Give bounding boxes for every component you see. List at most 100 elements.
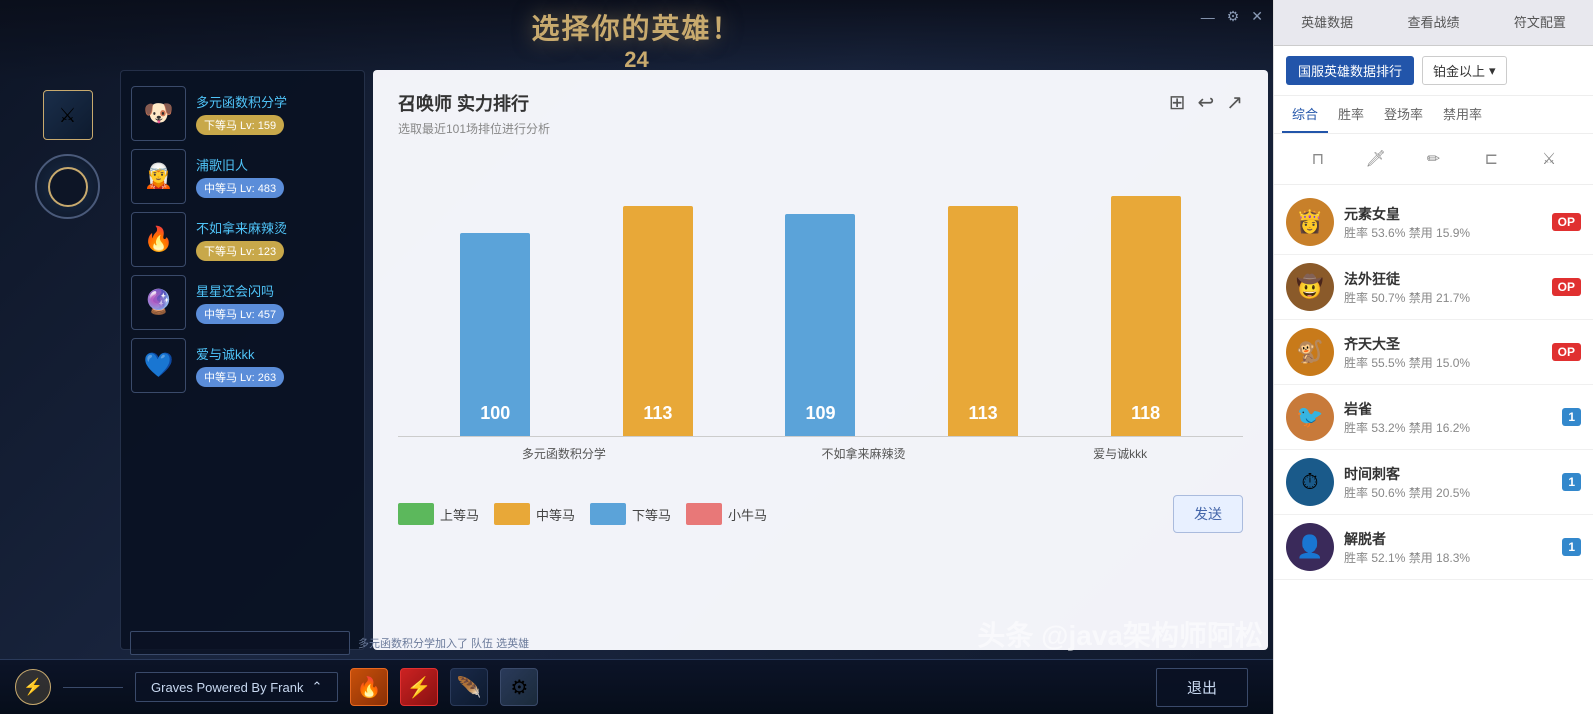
chart-btn-resize[interactable]: ⊞ (1169, 90, 1186, 115)
player-item[interactable]: 🔮 星星还会闪吗 中等马 Lv: 457 (131, 275, 354, 330)
champion-row[interactable]: 🐒 齐天大圣 胜率 55.5% 禁用 15.0% OP (1274, 320, 1593, 385)
player-item[interactable]: 🐶 多元函数积分学 下等马 Lv: 159 (131, 86, 354, 141)
champion-avatar-img: 🐒 (1286, 328, 1334, 376)
taskbar-divider-left (63, 687, 123, 688)
spell2-btn[interactable]: ⚡ (400, 668, 438, 706)
taskbar-icon-btn[interactable]: ⚡ (15, 669, 51, 705)
bar-group: 100 (460, 233, 530, 436)
champion-name: 法外狂徒 (1344, 269, 1542, 289)
right-tab[interactable]: 英雄数据 (1274, 0, 1380, 45)
bar-value-label: 118 (1131, 403, 1160, 424)
player-name: 爱与诚kkk (196, 344, 354, 363)
window-controls: — ⚙ ✕ (1201, 8, 1263, 25)
header-title-block: 选择你的英雄！ 24 (531, 7, 741, 73)
right-filter-row: 国服英雄数据排行 铂金以上 ▾ (1274, 46, 1593, 96)
role-icon-0[interactable]: ⊓ (1303, 144, 1333, 174)
champion-info: 岩雀 胜率 53.2% 禁用 16.2% (1344, 399, 1552, 436)
chart-subtitle: 选取最近101场排位进行分析 (398, 120, 1243, 137)
filter-active-btn[interactable]: 国服英雄数据排行 (1286, 56, 1414, 85)
sidebar-circle[interactable] (35, 154, 100, 219)
champion-avatar-img: 🤠 (1286, 263, 1334, 311)
send-button[interactable]: 发送 (1173, 495, 1243, 533)
right-tab[interactable]: 符文配置 (1487, 0, 1593, 45)
role-icon-2[interactable]: ✏ (1418, 144, 1448, 174)
bar-value-label: 113 (643, 403, 672, 424)
legend-label: 中等马 (536, 505, 575, 524)
spell1-btn[interactable]: 🔥 (350, 668, 388, 706)
player-rank-badge: 中等马 Lv: 457 (196, 304, 284, 324)
sidebar-icon-1[interactable]: ⚔ (43, 90, 93, 140)
right-tab[interactable]: 查看战绩 (1380, 0, 1486, 45)
legend-item: 上等马 (398, 503, 479, 525)
bar-value-label: 113 (969, 403, 998, 424)
sub-tab[interactable]: 禁用率 (1433, 96, 1492, 133)
player-avatar-img: 🔮 (132, 276, 185, 329)
champion-name-btn[interactable]: Graves Powered By Frank ⌃ (135, 672, 338, 702)
player-info: 星星还会闪吗 中等马 Lv: 457 (196, 281, 354, 324)
champion-badge: 1 (1562, 408, 1581, 426)
spell3-btn[interactable]: 🪶 (450, 668, 488, 706)
player-rank-badge: 下等马 Lv: 159 (196, 115, 284, 135)
player-info: 不如拿来麻辣烫 下等马 Lv: 123 (196, 218, 354, 261)
main-area: 🐶 多元函数积分学 下等马 Lv: 159 🧝 浦歌旧人 中等马 Lv: 483… (120, 70, 1268, 650)
exit-button[interactable]: 退出 (1156, 668, 1248, 707)
bar-name-label: 爱与诚kkk (1077, 445, 1163, 462)
spell3-icon: 🪶 (451, 669, 487, 705)
champion-name: 解脱者 (1344, 529, 1552, 549)
champion-badge: 1 (1562, 538, 1581, 556)
player-name: 多元函数积分学 (196, 92, 354, 111)
chart-bar: 109 (785, 214, 855, 436)
status-input[interactable] (130, 631, 350, 655)
player-avatar: 🔥 (131, 212, 186, 267)
player-item[interactable]: 🔥 不如拿来麻辣烫 下等马 Lv: 123 (131, 212, 354, 267)
player-rank-badge: 中等马 Lv: 483 (196, 178, 284, 198)
champion-avatar-img: 👤 (1286, 523, 1334, 571)
role-icons: ⊓ 🗡 ✏ ⊏ ⚔ (1274, 134, 1593, 185)
spell4-btn[interactable]: ⚙ (500, 668, 538, 706)
legend-label: 上等马 (440, 505, 479, 524)
chart-btn-undo[interactable]: ↩ (1197, 90, 1214, 115)
legend-color-box (686, 503, 722, 525)
player-name: 星星还会闪吗 (196, 281, 354, 300)
champion-avatar: 🤠 (1286, 263, 1334, 311)
role-icon-4[interactable]: ⚔ (1534, 144, 1564, 174)
status-text: 多元函数积分学加入了 队伍 选英雄 (358, 635, 529, 651)
champion-row[interactable]: ⏱ 时间刺客 胜率 50.6% 禁用 20.5% 1 (1274, 450, 1593, 515)
sub-tab[interactable]: 胜率 (1328, 96, 1374, 133)
champion-name: 岩雀 (1344, 399, 1552, 419)
player-avatar: 🧝 (131, 149, 186, 204)
champion-avatar: 🐦 (1286, 393, 1334, 441)
champion-row[interactable]: 👤 解脱者 胜率 52.1% 禁用 18.3% 1 (1274, 515, 1593, 580)
sub-tab[interactable]: 登场率 (1374, 96, 1433, 133)
chart-btn-export[interactable]: ↗ (1226, 90, 1243, 115)
chart-bar: 113 (623, 206, 693, 436)
player-item[interactable]: 🧝 浦歌旧人 中等马 Lv: 483 (131, 149, 354, 204)
role-icon-1[interactable]: 🗡 (1361, 144, 1391, 174)
filter-dropdown[interactable]: 铂金以上 ▾ (1422, 56, 1507, 85)
sub-tab[interactable]: 综合 (1282, 96, 1328, 133)
legend-color-box (398, 503, 434, 525)
champion-row[interactable]: 👸 元素女皇 胜率 53.6% 禁用 15.9% OP (1274, 190, 1593, 255)
chart-panel: 召唤师 实力排行 选取最近101场排位进行分析 ⊞ ↩ ↗ 100 113 10… (373, 70, 1268, 650)
minimize-button[interactable]: — (1201, 9, 1215, 25)
legend-color-box (494, 503, 530, 525)
dropdown-arrow-icon: ▾ (1489, 63, 1496, 79)
champion-info: 时间刺客 胜率 50.6% 禁用 20.5% (1344, 464, 1552, 501)
player-item[interactable]: 💙 爱与诚kkk 中等马 Lv: 263 (131, 338, 354, 393)
champion-avatar-img: 🐦 (1286, 393, 1334, 441)
champion-stats: 胜率 50.7% 禁用 21.7% (1344, 289, 1542, 306)
legend-item: 小牛马 (686, 503, 767, 525)
legend-item: 中等马 (494, 503, 575, 525)
close-button[interactable]: ✕ (1251, 8, 1263, 25)
settings-button[interactable]: ⚙ (1227, 8, 1240, 25)
champion-row[interactable]: 🐦 岩雀 胜率 53.2% 禁用 16.2% 1 (1274, 385, 1593, 450)
role-icon-3[interactable]: ⊏ (1476, 144, 1506, 174)
header: 选择你的英雄！ 24 (0, 0, 1273, 80)
champion-stats: 胜率 52.1% 禁用 18.3% (1344, 549, 1552, 566)
player-avatar-img: 🧝 (132, 150, 185, 203)
champion-row[interactable]: 🤠 法外狂徒 胜率 50.7% 禁用 21.7% OP (1274, 255, 1593, 320)
champion-list: 👸 元素女皇 胜率 53.6% 禁用 15.9% OP 🤠 法外狂徒 胜率 50… (1274, 185, 1593, 714)
spell1-icon: 🔥 (351, 669, 387, 705)
champion-stats: 胜率 55.5% 禁用 15.0% (1344, 354, 1542, 371)
player-list: 🐶 多元函数积分学 下等马 Lv: 159 🧝 浦歌旧人 中等马 Lv: 483… (120, 70, 365, 650)
